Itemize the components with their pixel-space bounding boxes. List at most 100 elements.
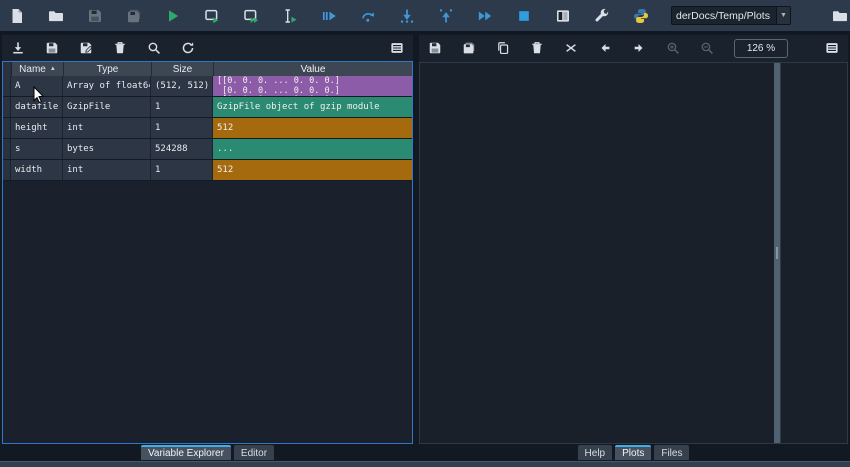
variable-type[interactable]: bytes: [63, 139, 151, 159]
continue-icon: [477, 8, 493, 24]
variable-table-header: Name▲Type Size Value: [3, 62, 412, 76]
browse-working-directory-button[interactable]: [831, 7, 848, 24]
plot-thumbnails-pane: [780, 63, 847, 443]
open-file-button[interactable]: [47, 7, 64, 24]
copy-plot-button[interactable]: [496, 41, 510, 55]
stop-debugging-button[interactable]: [515, 7, 532, 24]
run-file-button[interactable]: [164, 7, 181, 24]
variable-row-height[interactable]: heightint1512: [3, 118, 412, 139]
working-directory-combobox[interactable]: derDocs/Temp/Plots ▼: [671, 6, 791, 25]
variable-explorer-options-menu-button[interactable]: [390, 41, 404, 55]
new-file-button[interactable]: [8, 7, 25, 24]
remove-all-plots-button[interactable]: [564, 41, 578, 55]
variable-value[interactable]: [[0. 0. 0. ... 0. 0. 0.] [0. 0. 0. ... 0…: [213, 76, 412, 96]
next-plot-button[interactable]: [632, 41, 646, 55]
row-header: [3, 139, 11, 159]
save-all-plots-button[interactable]: [462, 41, 476, 55]
save-plot-button[interactable]: [428, 41, 442, 55]
zoom-out-button[interactable]: [700, 41, 714, 55]
column-header-label: Size: [173, 64, 192, 75]
variable-type[interactable]: Array of float64: [63, 76, 151, 96]
tab-variable-explorer[interactable]: Variable Explorer: [141, 445, 231, 460]
variable-size[interactable]: 524288: [151, 139, 213, 159]
python-icon: [633, 8, 649, 24]
run-selection-button[interactable]: [281, 7, 298, 24]
arrow-left-icon: [598, 41, 612, 55]
variable-name[interactable]: height: [11, 118, 63, 138]
step-return-button[interactable]: [437, 7, 454, 24]
variable-value[interactable]: GzipFile object of gzip module: [213, 97, 412, 117]
step-into-button[interactable]: [398, 7, 415, 24]
variable-type[interactable]: GzipFile: [63, 97, 151, 117]
tab-plots[interactable]: Plots: [615, 445, 651, 460]
save-data-as-button[interactable]: [79, 41, 93, 55]
search-variables-button[interactable]: [147, 41, 161, 55]
arrow-right-icon: [632, 41, 646, 55]
tab-files[interactable]: Files: [654, 445, 689, 460]
column-header-label: Value: [301, 64, 326, 75]
step-over-button[interactable]: [359, 7, 376, 24]
variable-value[interactable]: 512: [213, 160, 412, 180]
zoom-in-button[interactable]: [666, 41, 680, 55]
debug-icon: [321, 8, 337, 24]
save-file-button[interactable]: [86, 7, 103, 24]
variable-name[interactable]: width: [11, 160, 63, 180]
working-directory-value[interactable]: derDocs/Temp/Plots: [672, 10, 776, 22]
step-return-icon: [438, 8, 454, 24]
refresh-variables-button[interactable]: [181, 41, 195, 55]
column-header-type[interactable]: Type: [64, 62, 152, 76]
variable-name[interactable]: A: [11, 76, 63, 96]
row-header: [3, 118, 11, 138]
run-cell-and-advance-button[interactable]: [242, 7, 259, 24]
hamburger-icon: [390, 41, 404, 55]
column-header-name[interactable]: Name▲: [12, 62, 64, 76]
variable-table[interactable]: Name▲Type Size Value AArray of float64(512…: [2, 61, 413, 444]
plots-panel: 126 %: [419, 35, 848, 444]
variable-name[interactable]: s: [11, 139, 63, 159]
save-data-button[interactable]: [45, 41, 59, 55]
run-cell-button[interactable]: [203, 7, 220, 24]
continue-execution-button[interactable]: [476, 7, 493, 24]
document-icon: [9, 8, 25, 24]
plots-splitter-handle[interactable]: [774, 63, 780, 443]
floppy-edit-icon: [79, 41, 93, 55]
variable-type[interactable]: int: [63, 118, 151, 138]
step-into-icon: [399, 8, 415, 24]
run-cell-icon: [204, 8, 220, 24]
variable-size[interactable]: 1: [151, 97, 213, 117]
variable-size[interactable]: 1: [151, 160, 213, 180]
status-bar: [0, 461, 850, 467]
maximize-icon: [555, 8, 571, 24]
previous-plot-button[interactable]: [598, 41, 612, 55]
variable-size[interactable]: 1: [151, 118, 213, 138]
column-header-size[interactable]: Size: [152, 62, 214, 76]
tab-editor[interactable]: Editor: [234, 445, 274, 460]
variable-name[interactable]: datafile: [11, 97, 63, 117]
variable-value[interactable]: ...: [213, 139, 412, 159]
remove-all-variables-button[interactable]: [113, 41, 127, 55]
remove-plot-button[interactable]: [530, 41, 544, 55]
variable-row-width[interactable]: widthint1512: [3, 160, 412, 181]
variable-explorer-panel: Name▲Type Size Value AArray of float64(512…: [2, 35, 413, 444]
search-icon: [147, 41, 161, 55]
tab-help[interactable]: Help: [578, 445, 613, 460]
floppy-icon: [87, 8, 103, 24]
chevron-down-icon[interactable]: ▼: [776, 7, 790, 24]
python-environment-button[interactable]: [632, 7, 649, 24]
sort-ascending-icon: ▲: [50, 66, 56, 72]
variable-row-s[interactable]: sbytes524288...: [3, 139, 412, 160]
column-header-value[interactable]: Value: [214, 62, 412, 76]
preferences-button[interactable]: [593, 7, 610, 24]
variable-size[interactable]: (512, 512): [151, 76, 213, 96]
variable-type[interactable]: int: [63, 160, 151, 180]
variable-row-datafile[interactable]: datafileGzipFile1GzipFile object of gzip…: [3, 97, 412, 118]
save-all-button[interactable]: [125, 7, 142, 24]
floppy-all-light-icon: [462, 41, 476, 55]
variable-value[interactable]: 512: [213, 118, 412, 138]
debug-file-button[interactable]: [320, 7, 337, 24]
mag-minus-icon: [700, 41, 714, 55]
maximize-pane-button[interactable]: [554, 7, 571, 24]
plots-options-menu-button[interactable]: [825, 41, 839, 55]
import-data-button[interactable]: [11, 41, 25, 55]
variable-row-A[interactable]: AArray of float64(512, 512)[[0. 0. 0. ..…: [3, 76, 412, 97]
